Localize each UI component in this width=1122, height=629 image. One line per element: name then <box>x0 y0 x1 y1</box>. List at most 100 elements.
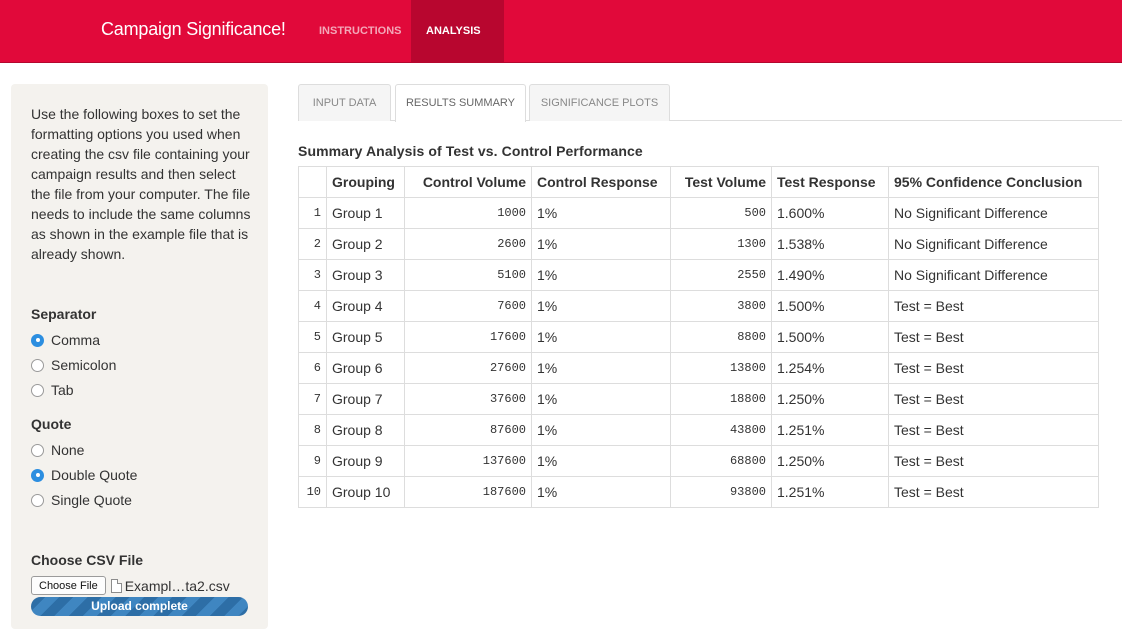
file-input-label: Choose CSV File <box>31 552 144 568</box>
test-volume-cell: 13800 <box>670 352 772 384</box>
control-response-cell: 1% <box>531 259 671 291</box>
table-row: 9 Group 9 137600 1% 68800 1.250% Test = … <box>298 445 1099 477</box>
nav-analysis-dropdown[interactable]: ANALYSIS <box>411 0 504 96</box>
control-response-cell: 1% <box>531 445 671 477</box>
radio-checked-icon[interactable] <box>31 333 44 347</box>
control-response-cell: 1% <box>531 414 671 446</box>
control-response-cell: 1% <box>531 290 671 322</box>
separator-option-tab[interactable]: Tab <box>31 380 74 400</box>
column-header: Control Volume <box>404 166 532 198</box>
row-index: 10 <box>298 476 327 508</box>
control-response-cell: 1% <box>531 321 671 353</box>
conclusion-cell: Test = Best <box>888 383 1099 415</box>
test-volume-cell: 2550 <box>670 259 772 291</box>
separator-option-semicolon[interactable]: Semicolon <box>31 355 116 375</box>
test-volume-cell: 3800 <box>670 290 772 322</box>
test-response-cell: 1.500% <box>771 321 889 353</box>
row-index: 5 <box>298 321 327 353</box>
test-volume-cell: 43800 <box>670 414 772 446</box>
test-response-cell: 1.490% <box>771 259 889 291</box>
table-row: 10 Group 10 187600 1% 93800 1.251% Test … <box>298 476 1099 508</box>
test-response-cell: 1.500% <box>771 290 889 322</box>
control-volume-cell: 5100 <box>404 259 532 291</box>
radio-unchecked-icon[interactable] <box>31 358 44 372</box>
row-index: 7 <box>298 383 327 415</box>
column-header: Grouping <box>326 166 405 198</box>
grouping-cell: Group 1 <box>326 197 405 229</box>
test-volume-cell: 18800 <box>670 383 772 415</box>
test-response-cell: 1.251% <box>771 414 889 446</box>
row-index: 3 <box>298 259 327 291</box>
table-row: 6 Group 6 27600 1% 13800 1.254% Test = B… <box>298 352 1099 384</box>
conclusion-cell: Test = Best <box>888 290 1099 322</box>
table-row: 3 Group 3 5100 1% 2550 1.490% No Signifi… <box>298 259 1099 291</box>
column-header: 95% Confidence Conclusion <box>888 166 1099 198</box>
tab-input-data[interactable]: INPUT DATA <box>298 84 391 121</box>
test-response-cell: 1.538% <box>771 228 889 260</box>
grouping-cell: Group 10 <box>326 476 405 508</box>
test-response-cell: 1.600% <box>771 197 889 229</box>
conclusion-cell: No Significant Difference <box>888 259 1099 291</box>
radio-label: Double Quote <box>51 467 138 483</box>
conclusion-cell: Test = Best <box>888 414 1099 446</box>
separator-option-comma[interactable]: Comma <box>31 330 100 350</box>
table-row: 2 Group 2 2600 1% 1300 1.538% No Signifi… <box>298 228 1099 260</box>
radio-unchecked-icon[interactable] <box>31 443 44 457</box>
row-index: 9 <box>298 445 327 477</box>
conclusion-cell: Test = Best <box>888 476 1099 508</box>
control-volume-cell: 27600 <box>404 352 532 384</box>
test-volume-cell: 68800 <box>670 445 772 477</box>
control-volume-cell: 1000 <box>404 197 532 229</box>
nav-instructions[interactable]: INSTRUCTIONS <box>304 0 417 62</box>
file-input: Choose File Exampl…ta2.csv <box>31 576 230 595</box>
grouping-cell: Group 8 <box>326 414 405 446</box>
radio-label: Single Quote <box>51 492 132 508</box>
grouping-cell: Group 3 <box>326 259 405 291</box>
tab-bar: INPUT DATA RESULTS SUMMARY SIGNIFICANCE … <box>298 84 1122 122</box>
radio-label: Comma <box>51 332 101 348</box>
radio-label: None <box>51 442 85 458</box>
conclusion-cell: Test = Best <box>888 445 1099 477</box>
radio-unchecked-icon[interactable] <box>31 383 44 397</box>
test-volume-cell: 500 <box>670 197 772 229</box>
table-row: 8 Group 8 87600 1% 43800 1.251% Test = B… <box>298 414 1099 446</box>
table-header-row: Grouping Control Volume Control Response… <box>298 166 1099 198</box>
sidebar-panel: Use the following boxes to set the forma… <box>11 84 268 629</box>
radio-unchecked-icon[interactable] <box>31 493 44 507</box>
upload-status: Upload complete <box>91 599 188 613</box>
control-volume-cell: 137600 <box>404 445 532 477</box>
control-response-cell: 1% <box>531 352 671 384</box>
table-row: 7 Group 7 37600 1% 18800 1.250% Test = B… <box>298 383 1099 415</box>
grouping-cell: Group 4 <box>326 290 405 322</box>
control-response-cell: 1% <box>531 228 671 260</box>
quote-label: Quote <box>31 416 72 432</box>
column-header: Test Response <box>771 166 889 198</box>
table-title: Summary Analysis of Test vs. Control Per… <box>298 143 643 159</box>
quote-option-double[interactable]: Double Quote <box>31 465 137 485</box>
tab-significance-plots[interactable]: SIGNIFICANCE PLOTS <box>529 84 670 121</box>
grouping-cell: Group 2 <box>326 228 405 260</box>
column-header <box>298 166 327 198</box>
radio-checked-icon[interactable] <box>31 468 44 482</box>
app-brand[interactable]: Campaign Significance! <box>101 19 286 40</box>
sidebar-instructions: Use the following boxes to set the forma… <box>31 106 251 262</box>
quote-option-none[interactable]: None <box>31 440 84 460</box>
row-index: 8 <box>298 414 327 446</box>
test-response-cell: 1.250% <box>771 383 889 415</box>
grouping-cell: Group 5 <box>326 321 405 353</box>
choose-file-button[interactable]: Choose File <box>31 576 106 595</box>
tab-results-summary[interactable]: RESULTS SUMMARY <box>395 84 526 122</box>
quote-option-single[interactable]: Single Quote <box>31 490 132 510</box>
test-response-cell: 1.251% <box>771 476 889 508</box>
conclusion-cell: Test = Best <box>888 352 1099 384</box>
table-row: 5 Group 5 17600 1% 8800 1.500% Test = Be… <box>298 321 1099 353</box>
control-response-cell: 1% <box>531 476 671 508</box>
column-header: Control Response <box>531 166 671 198</box>
grouping-cell: Group 6 <box>326 352 405 384</box>
column-header: Test Volume <box>670 166 772 198</box>
separator-label: Separator <box>31 306 97 322</box>
test-volume-cell: 1300 <box>670 228 772 260</box>
control-volume-cell: 17600 <box>404 321 532 353</box>
control-volume-cell: 187600 <box>404 476 532 508</box>
row-index: 6 <box>298 352 327 384</box>
